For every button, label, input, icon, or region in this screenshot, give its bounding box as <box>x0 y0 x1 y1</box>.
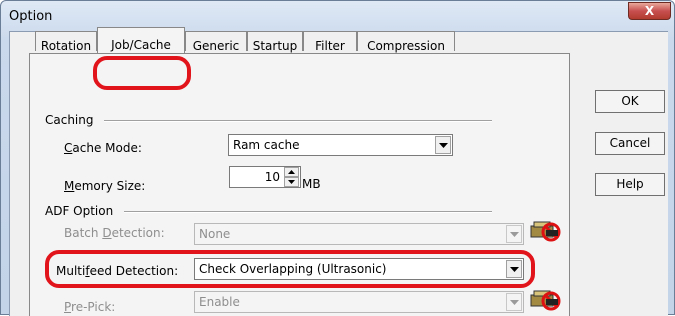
close-icon: X <box>644 4 655 18</box>
memory-size-unit: MB <box>302 177 321 191</box>
pre-pick-value: Enable <box>199 295 240 309</box>
tab-filter[interactable]: Filter <box>303 31 357 53</box>
tab-compression[interactable]: Compression <box>357 31 455 53</box>
tab-generic[interactable]: Generic <box>185 31 247 53</box>
tab-job-cache[interactable]: Job/Cache <box>97 27 185 53</box>
no-scanner-lock-icon <box>530 290 561 311</box>
cache-mode-select[interactable]: Ram cache <box>228 134 453 156</box>
cache-mode-label: Cache Mode: <box>64 141 142 155</box>
pre-pick-select[interactable]: Enable <box>194 291 524 313</box>
multifeed-detection-highlight <box>45 250 535 288</box>
spin-up-button[interactable] <box>284 167 299 177</box>
arrow-down-icon <box>288 180 295 184</box>
spin-down-button[interactable] <box>284 177 299 187</box>
help-button[interactable]: Help <box>595 173 665 196</box>
batch-detection-value: None <box>199 227 231 241</box>
tab-startup[interactable]: Startup <box>247 31 303 53</box>
chevron-down-icon <box>439 143 448 148</box>
cancel-button[interactable]: Cancel <box>595 132 665 155</box>
chevron-down-icon <box>510 300 519 305</box>
pre-pick-label: Pre-Pick: <box>64 300 116 314</box>
batch-detection-label: Batch Detection: <box>64 226 165 240</box>
option-dialog: Option X Rotation Job/Cache Generic Star… <box>0 0 675 316</box>
close-button[interactable]: X <box>628 2 671 20</box>
chevron-down-icon <box>510 232 519 237</box>
cache-mode-value: Ram cache <box>233 138 300 152</box>
tab-rotation[interactable]: Rotation <box>35 31 97 53</box>
arrow-up-icon <box>288 170 295 174</box>
memory-size-label: Memory Size: <box>64 179 146 193</box>
adf-option-group-label: ADF Option <box>45 204 114 218</box>
caching-group-divider <box>104 120 492 122</box>
no-scanner-lock-icon <box>530 221 561 242</box>
caching-group-label: Caching <box>45 113 94 127</box>
memory-size-spinbox[interactable]: 10 <box>229 166 301 188</box>
batch-detection-select[interactable]: None <box>194 223 524 245</box>
window-title: Option <box>9 9 53 24</box>
adf-option-group-divider <box>124 211 492 213</box>
cache-mode-dropdown-button[interactable] <box>435 136 451 154</box>
pre-pick-dropdown-button[interactable] <box>506 293 522 311</box>
memory-size-value: 10 <box>264 170 280 184</box>
batch-detection-dropdown-button[interactable] <box>506 225 522 243</box>
job-cache-tab-highlight <box>93 56 191 90</box>
ok-button[interactable]: OK <box>595 90 665 113</box>
